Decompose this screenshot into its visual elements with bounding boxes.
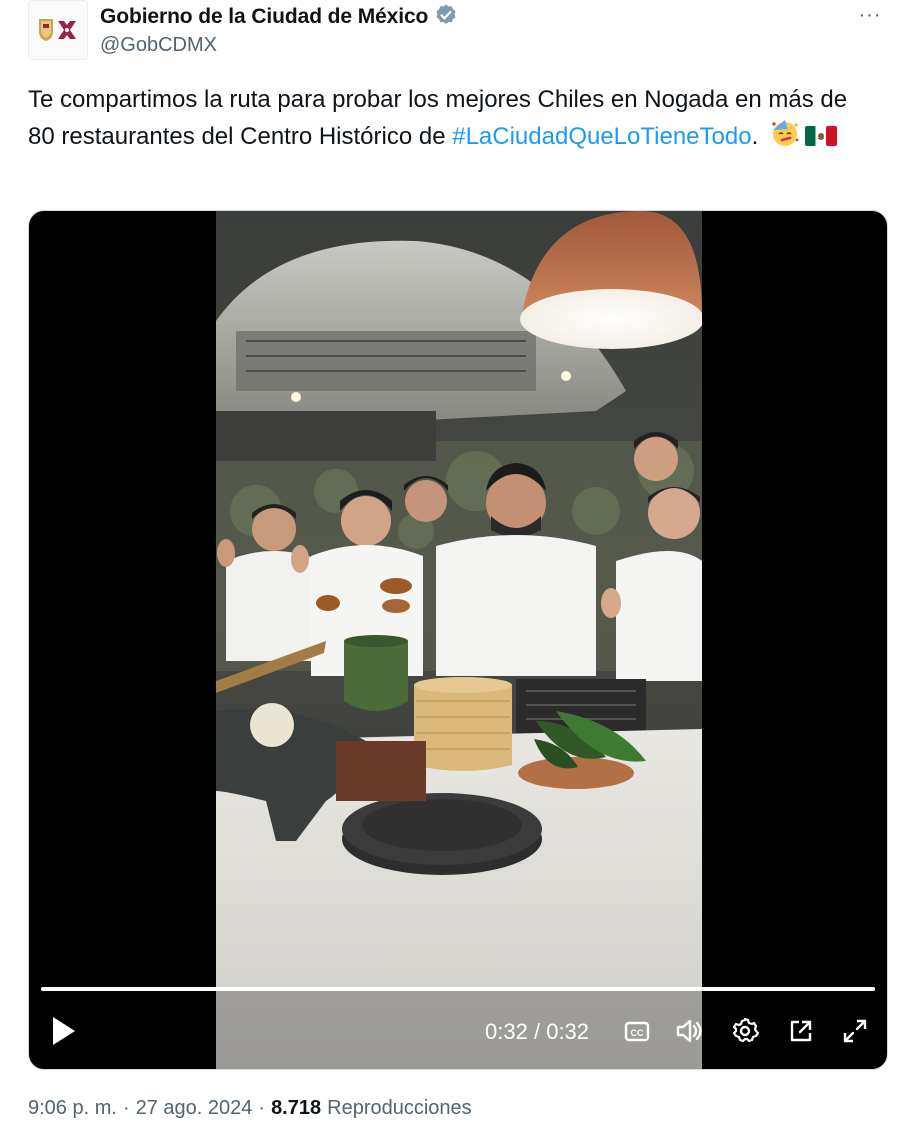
avatar[interactable] — [28, 0, 88, 60]
video-time: 0:32 / 0:32 — [485, 1019, 589, 1045]
hashtag-link[interactable]: #LaCiudadQueLoTieneTodo — [452, 123, 751, 150]
author-name-row: Gobierno de la Ciudad de México — [100, 4, 458, 30]
tweet-header: Gobierno de la Ciudad de México @GobCDMX… — [28, 0, 888, 64]
play-icon[interactable] — [47, 1011, 79, 1051]
video-duration: 0:32 — [546, 1019, 590, 1044]
meta-separator: · — [122, 1097, 130, 1119]
tweet-text: Te compartimos la ruta para probar los m… — [28, 82, 858, 159]
more-horizontal-icon[interactable]: ··· — [852, 0, 888, 30]
verified-badge-icon[interactable] — [434, 3, 458, 32]
view-count: 8.718 — [271, 1097, 322, 1119]
party-face-emoji — [769, 118, 801, 159]
meta-separator: · — [258, 1097, 266, 1119]
video-progress-bar[interactable] — [41, 987, 875, 991]
tweet-meta: 9:06 p. m. · 27 ago. 2024 · 8.718 Reprod… — [28, 1097, 472, 1120]
tweet-text-trail: . — [751, 123, 759, 150]
settings-icon[interactable] — [729, 1015, 761, 1047]
tweet: Gobierno de la Ciudad de México @GobCDMX… — [0, 0, 900, 1147]
post-date[interactable]: 27 ago. 2024 — [136, 1097, 253, 1120]
svg-text:CC: CC — [631, 1028, 644, 1038]
fullscreen-icon[interactable] — [839, 1015, 871, 1047]
mexico-flag-emoji — [804, 123, 837, 159]
popout-icon[interactable] — [785, 1015, 817, 1047]
cdmx-logo-icon — [29, 1, 87, 59]
video-frame[interactable] — [216, 211, 702, 1069]
video-current-time: 0:32 — [485, 1019, 528, 1044]
post-time[interactable]: 9:06 p. m. — [28, 1097, 117, 1120]
video-time-separator: / — [533, 1019, 541, 1044]
views-label: Reproducciones — [327, 1097, 472, 1119]
video-player[interactable]: 0:32 / 0:32 CC — [28, 210, 888, 1070]
video-controls: 0:32 / 0:32 CC — [29, 999, 887, 1069]
volume-icon[interactable] — [673, 1015, 705, 1047]
captions-icon[interactable]: CC — [621, 1015, 653, 1047]
video-progress-fill — [41, 987, 875, 991]
author-handle[interactable]: @GobCDMX — [100, 34, 217, 57]
video-thumbnail-image — [216, 211, 702, 1069]
author-display-name[interactable]: Gobierno de la Ciudad de México — [100, 5, 428, 29]
more-label: ··· — [858, 3, 882, 26]
